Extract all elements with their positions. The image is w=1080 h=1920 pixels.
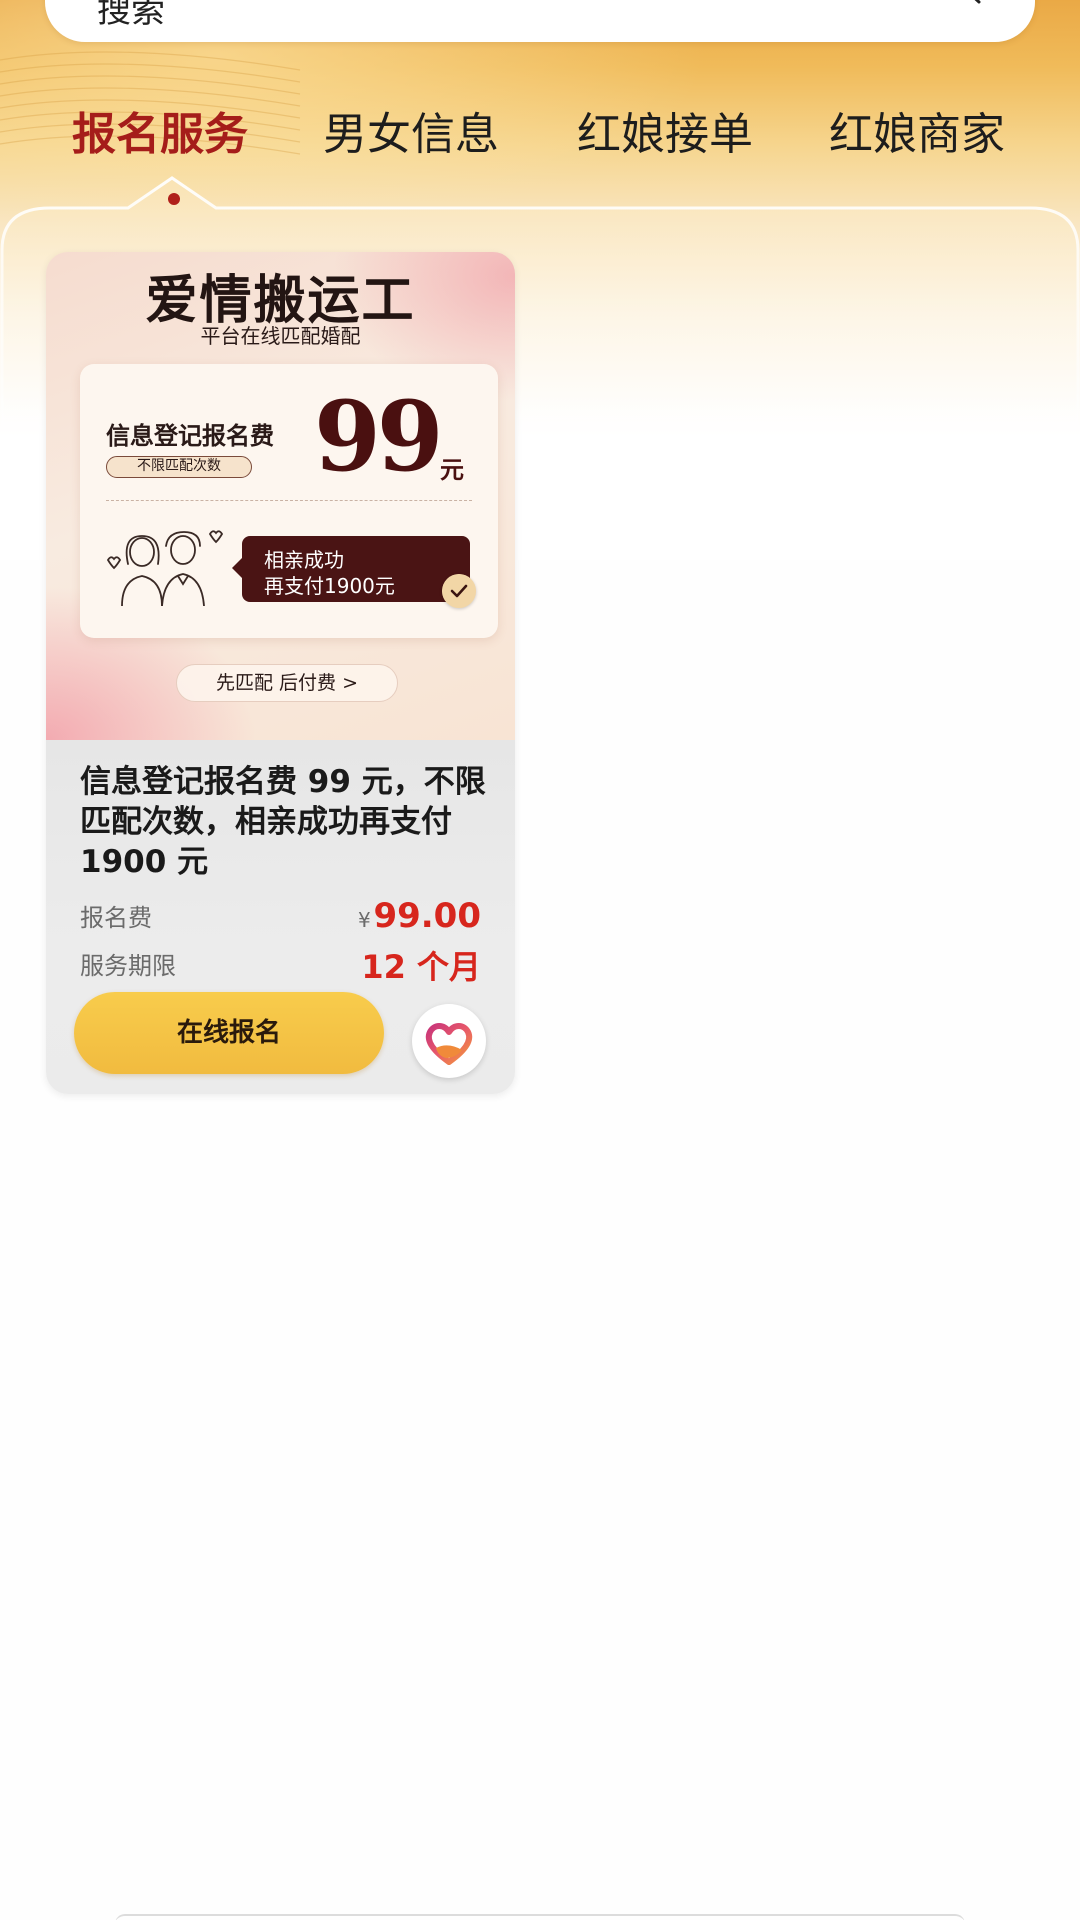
- fee-unit: 元: [440, 456, 464, 484]
- fee-label: 信息登记报名费: [106, 422, 274, 450]
- poster-subtitle: 平台在线匹配婚配: [200, 324, 361, 348]
- brand-logo-button[interactable]: [412, 1004, 486, 1078]
- poster-cta-pill[interactable]: 先匹配 后付费 >: [176, 664, 398, 702]
- bottom-sheet-edge: [115, 1914, 965, 1920]
- check-icon: [442, 574, 476, 608]
- heart-hands-logo-icon: [425, 1023, 473, 1065]
- online-signup-button[interactable]: 在线报名: [74, 992, 384, 1074]
- dashed-divider: [106, 500, 472, 501]
- app-screen: 搜索 报名服务 男女信息 红娘接单 红娘商家 爱情搬运工 平台在线匹配婚配 信息…: [0, 0, 1080, 1920]
- price-value: 99.00: [373, 896, 481, 936]
- service-card[interactable]: 爱情搬运工 平台在线匹配婚配 信息登记报名费 不限匹配次数 99 元 相亲成功 …: [46, 252, 515, 1094]
- card-info: 信息登记报名费 99 元，不限匹配次数，相亲成功再支付 1900 元 报名费 ¥…: [46, 740, 515, 1094]
- couple-illustration-icon: [106, 530, 224, 606]
- price-currency: ¥: [358, 908, 371, 932]
- success-line-2: 再支付1900元: [264, 574, 395, 598]
- search-icon[interactable]: [939, 0, 985, 10]
- period-value: 12 个月: [361, 948, 481, 986]
- poster-fee-box: 信息登记报名费 不限匹配次数 99 元 相亲成功 再支付1900元: [80, 364, 498, 638]
- search-input[interactable]: 搜索: [97, 0, 165, 28]
- fee-chip: 不限匹配次数: [106, 456, 252, 478]
- search-bar[interactable]: 搜索: [45, 0, 1035, 42]
- active-tab-indicator: [168, 193, 180, 205]
- period-label: 服务期限: [80, 952, 176, 980]
- card-poster[interactable]: 爱情搬运工 平台在线匹配婚配 信息登记报名费 不限匹配次数 99 元 相亲成功 …: [46, 252, 515, 740]
- success-line-1: 相亲成功: [264, 548, 344, 572]
- price-label: 报名费: [80, 904, 152, 932]
- success-pay-note: 相亲成功 再支付1900元: [232, 536, 476, 608]
- card-description: 信息登记报名费 99 元，不限匹配次数，相亲成功再支付 1900 元: [80, 764, 486, 880]
- fee-amount: 99: [314, 380, 444, 493]
